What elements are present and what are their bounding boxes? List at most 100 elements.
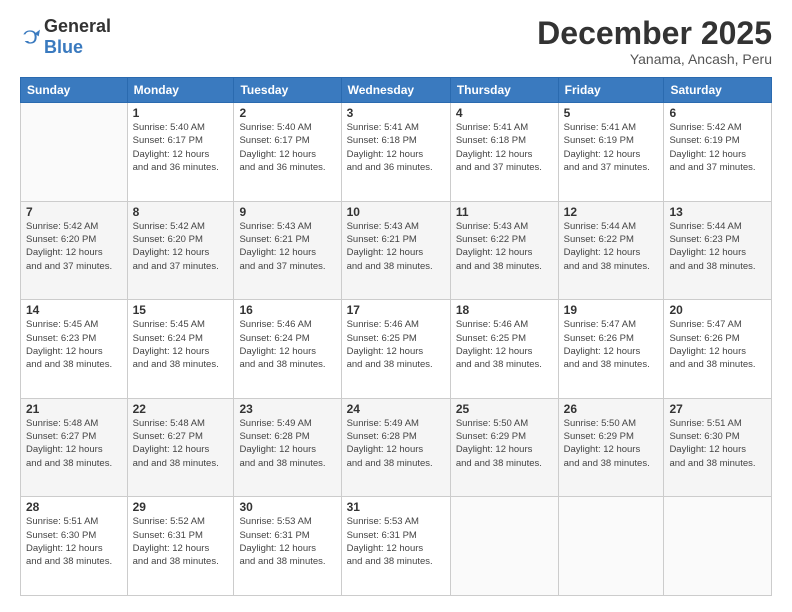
calendar-cell [664, 497, 772, 596]
day-info: Sunrise: 5:44 AMSunset: 6:23 PMDaylight:… [669, 220, 766, 273]
day-number: 21 [26, 402, 122, 416]
calendar-cell: 26Sunrise: 5:50 AMSunset: 6:29 PMDayligh… [558, 398, 664, 497]
day-info: Sunrise: 5:43 AMSunset: 6:21 PMDaylight:… [239, 220, 335, 273]
day-info: Sunrise: 5:46 AMSunset: 6:25 PMDaylight:… [456, 318, 553, 371]
day-info: Sunrise: 5:43 AMSunset: 6:21 PMDaylight:… [347, 220, 445, 273]
day-info: Sunrise: 5:40 AMSunset: 6:17 PMDaylight:… [133, 121, 229, 174]
day-number: 2 [239, 106, 335, 120]
week-row-2: 7Sunrise: 5:42 AMSunset: 6:20 PMDaylight… [21, 201, 772, 300]
calendar-cell: 23Sunrise: 5:49 AMSunset: 6:28 PMDayligh… [234, 398, 341, 497]
calendar-cell: 27Sunrise: 5:51 AMSunset: 6:30 PMDayligh… [664, 398, 772, 497]
weekday-header-tuesday: Tuesday [234, 78, 341, 103]
day-info: Sunrise: 5:46 AMSunset: 6:25 PMDaylight:… [347, 318, 445, 371]
weekday-header-sunday: Sunday [21, 78, 128, 103]
calendar-cell: 25Sunrise: 5:50 AMSunset: 6:29 PMDayligh… [450, 398, 558, 497]
calendar-cell: 6Sunrise: 5:42 AMSunset: 6:19 PMDaylight… [664, 103, 772, 202]
day-info: Sunrise: 5:51 AMSunset: 6:30 PMDaylight:… [669, 417, 766, 470]
week-row-3: 14Sunrise: 5:45 AMSunset: 6:23 PMDayligh… [21, 300, 772, 399]
calendar-cell: 11Sunrise: 5:43 AMSunset: 6:22 PMDayligh… [450, 201, 558, 300]
calendar-cell: 31Sunrise: 5:53 AMSunset: 6:31 PMDayligh… [341, 497, 450, 596]
day-number: 10 [347, 205, 445, 219]
day-info: Sunrise: 5:50 AMSunset: 6:29 PMDaylight:… [564, 417, 659, 470]
day-number: 4 [456, 106, 553, 120]
day-number: 12 [564, 205, 659, 219]
week-row-4: 21Sunrise: 5:48 AMSunset: 6:27 PMDayligh… [21, 398, 772, 497]
day-info: Sunrise: 5:41 AMSunset: 6:18 PMDaylight:… [347, 121, 445, 174]
weekday-header-row: SundayMondayTuesdayWednesdayThursdayFrid… [21, 78, 772, 103]
day-info: Sunrise: 5:41 AMSunset: 6:19 PMDaylight:… [564, 121, 659, 174]
weekday-header-wednesday: Wednesday [341, 78, 450, 103]
day-number: 24 [347, 402, 445, 416]
calendar-cell: 9Sunrise: 5:43 AMSunset: 6:21 PMDaylight… [234, 201, 341, 300]
weekday-header-friday: Friday [558, 78, 664, 103]
day-info: Sunrise: 5:42 AMSunset: 6:20 PMDaylight:… [133, 220, 229, 273]
calendar-cell: 4Sunrise: 5:41 AMSunset: 6:18 PMDaylight… [450, 103, 558, 202]
day-number: 6 [669, 106, 766, 120]
calendar-cell [450, 497, 558, 596]
calendar-cell: 28Sunrise: 5:51 AMSunset: 6:30 PMDayligh… [21, 497, 128, 596]
day-number: 15 [133, 303, 229, 317]
calendar-cell: 14Sunrise: 5:45 AMSunset: 6:23 PMDayligh… [21, 300, 128, 399]
day-info: Sunrise: 5:47 AMSunset: 6:26 PMDaylight:… [564, 318, 659, 371]
day-number: 28 [26, 500, 122, 514]
day-info: Sunrise: 5:42 AMSunset: 6:20 PMDaylight:… [26, 220, 122, 273]
calendar-cell: 30Sunrise: 5:53 AMSunset: 6:31 PMDayligh… [234, 497, 341, 596]
logo-text: General Blue [44, 16, 111, 58]
logo-blue: Blue [44, 37, 83, 57]
day-info: Sunrise: 5:40 AMSunset: 6:17 PMDaylight:… [239, 121, 335, 174]
day-info: Sunrise: 5:49 AMSunset: 6:28 PMDaylight:… [347, 417, 445, 470]
calendar-cell: 24Sunrise: 5:49 AMSunset: 6:28 PMDayligh… [341, 398, 450, 497]
day-number: 14 [26, 303, 122, 317]
header: General Blue December 2025 Yanama, Ancas… [20, 16, 772, 67]
day-number: 5 [564, 106, 659, 120]
day-number: 1 [133, 106, 229, 120]
calendar-cell: 8Sunrise: 5:42 AMSunset: 6:20 PMDaylight… [127, 201, 234, 300]
calendar-cell: 16Sunrise: 5:46 AMSunset: 6:24 PMDayligh… [234, 300, 341, 399]
day-number: 22 [133, 402, 229, 416]
day-number: 13 [669, 205, 766, 219]
day-number: 16 [239, 303, 335, 317]
day-info: Sunrise: 5:43 AMSunset: 6:22 PMDaylight:… [456, 220, 553, 273]
logo: General Blue [20, 16, 111, 58]
calendar-table: SundayMondayTuesdayWednesdayThursdayFrid… [20, 77, 772, 596]
title-section: December 2025 Yanama, Ancash, Peru [537, 16, 772, 67]
week-row-5: 28Sunrise: 5:51 AMSunset: 6:30 PMDayligh… [21, 497, 772, 596]
day-info: Sunrise: 5:46 AMSunset: 6:24 PMDaylight:… [239, 318, 335, 371]
day-info: Sunrise: 5:41 AMSunset: 6:18 PMDaylight:… [456, 121, 553, 174]
day-number: 23 [239, 402, 335, 416]
page: General Blue December 2025 Yanama, Ancas… [0, 0, 792, 612]
day-number: 26 [564, 402, 659, 416]
calendar-cell: 3Sunrise: 5:41 AMSunset: 6:18 PMDaylight… [341, 103, 450, 202]
calendar-cell: 7Sunrise: 5:42 AMSunset: 6:20 PMDaylight… [21, 201, 128, 300]
day-info: Sunrise: 5:45 AMSunset: 6:24 PMDaylight:… [133, 318, 229, 371]
month-title: December 2025 [537, 16, 772, 51]
day-info: Sunrise: 5:42 AMSunset: 6:19 PMDaylight:… [669, 121, 766, 174]
calendar-cell: 10Sunrise: 5:43 AMSunset: 6:21 PMDayligh… [341, 201, 450, 300]
day-number: 18 [456, 303, 553, 317]
day-number: 30 [239, 500, 335, 514]
calendar-cell: 18Sunrise: 5:46 AMSunset: 6:25 PMDayligh… [450, 300, 558, 399]
day-info: Sunrise: 5:48 AMSunset: 6:27 PMDaylight:… [26, 417, 122, 470]
day-number: 9 [239, 205, 335, 219]
calendar-cell: 22Sunrise: 5:48 AMSunset: 6:27 PMDayligh… [127, 398, 234, 497]
weekday-header-thursday: Thursday [450, 78, 558, 103]
day-number: 31 [347, 500, 445, 514]
location-subtitle: Yanama, Ancash, Peru [537, 51, 772, 67]
day-info: Sunrise: 5:49 AMSunset: 6:28 PMDaylight:… [239, 417, 335, 470]
calendar-cell: 29Sunrise: 5:52 AMSunset: 6:31 PMDayligh… [127, 497, 234, 596]
day-number: 8 [133, 205, 229, 219]
weekday-header-saturday: Saturday [664, 78, 772, 103]
day-number: 7 [26, 205, 122, 219]
logo-container: General Blue [20, 16, 111, 58]
day-info: Sunrise: 5:53 AMSunset: 6:31 PMDaylight:… [239, 515, 335, 568]
day-number: 20 [669, 303, 766, 317]
week-row-1: 1Sunrise: 5:40 AMSunset: 6:17 PMDaylight… [21, 103, 772, 202]
calendar-cell: 5Sunrise: 5:41 AMSunset: 6:19 PMDaylight… [558, 103, 664, 202]
calendar-cell: 12Sunrise: 5:44 AMSunset: 6:22 PMDayligh… [558, 201, 664, 300]
day-info: Sunrise: 5:48 AMSunset: 6:27 PMDaylight:… [133, 417, 229, 470]
calendar-cell: 19Sunrise: 5:47 AMSunset: 6:26 PMDayligh… [558, 300, 664, 399]
day-number: 29 [133, 500, 229, 514]
day-number: 19 [564, 303, 659, 317]
logo-icon [20, 27, 40, 47]
day-info: Sunrise: 5:44 AMSunset: 6:22 PMDaylight:… [564, 220, 659, 273]
